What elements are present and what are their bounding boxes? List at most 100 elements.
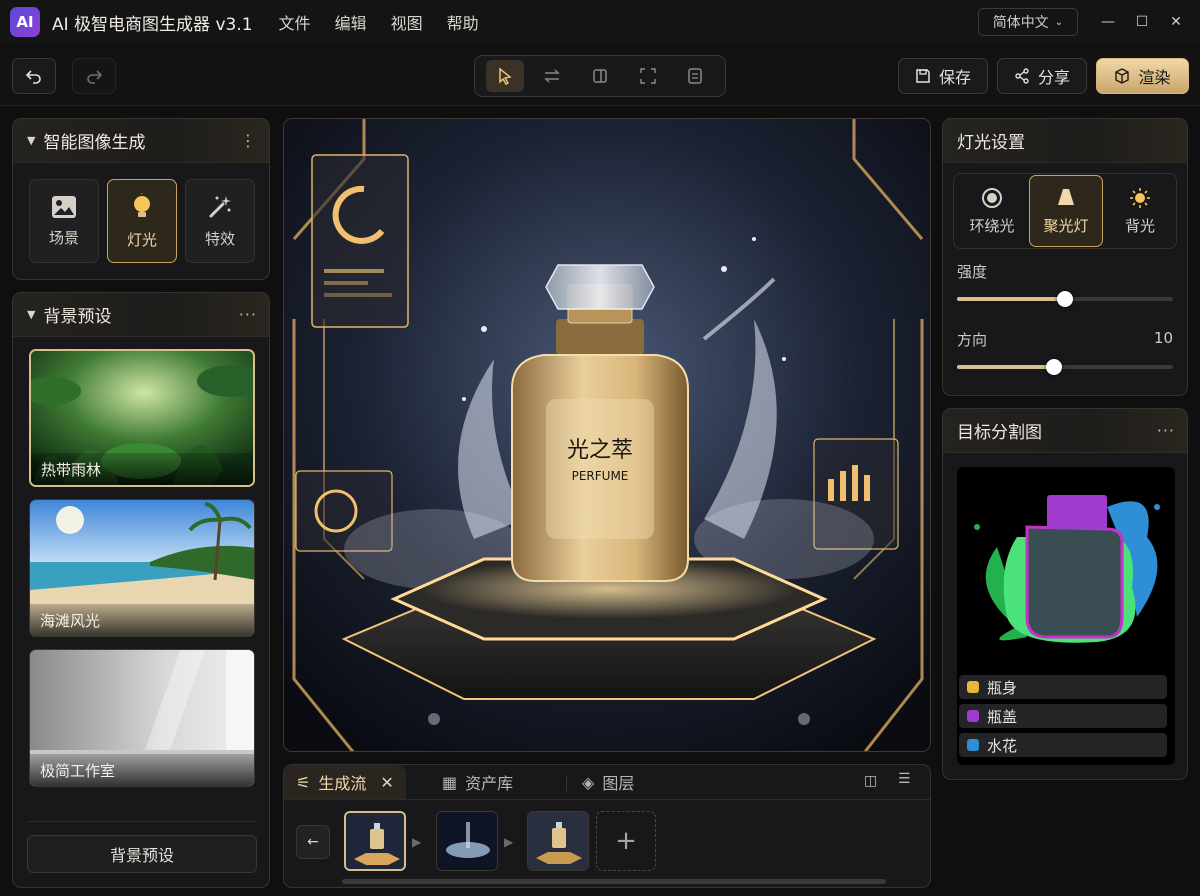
collapse-triangle-icon: ▼	[27, 134, 36, 147]
intensity-handle[interactable]	[1057, 291, 1073, 307]
legend-label: 水花	[987, 736, 1018, 755]
menu-item-file[interactable]: 文件	[279, 10, 311, 34]
lighting-button[interactable]: 灯光	[107, 179, 177, 263]
legend-item-body: 瓶身	[959, 675, 1167, 699]
layers-icon: ◈	[582, 772, 595, 792]
intensity-label: 强度	[957, 263, 988, 281]
tab-divider	[566, 775, 567, 791]
smart-gen-header[interactable]: ▼ 智能图像生成 ⋮	[13, 119, 269, 163]
bottle-subtitle: PERFUME	[572, 469, 629, 483]
redo-button[interactable]	[72, 58, 116, 94]
bg-presets-button[interactable]: 背景预设	[27, 835, 257, 873]
crop-icon	[639, 68, 656, 84]
scene-button[interactable]: 场景	[29, 179, 99, 263]
backlight-label: 背光	[1124, 216, 1155, 235]
legend-swatch	[967, 681, 979, 693]
title-bar: AI AI 极智电商图生成器 v3.1 文件 编辑 视图 帮助 简体中文 ⌄ —…	[0, 0, 1200, 44]
more-horizontal-icon[interactable]: ···	[239, 305, 257, 324]
select-tool-button[interactable]	[485, 60, 524, 92]
legend-item-cap: 瓶盖	[959, 704, 1167, 728]
close-icon: ✕	[1170, 14, 1182, 30]
direction-fill	[957, 365, 1055, 369]
render-label: 渲染	[1138, 68, 1171, 87]
lighting-header: 灯光设置	[943, 119, 1187, 163]
bulb-icon	[134, 192, 150, 217]
close-button[interactable]: ✕	[1166, 12, 1186, 32]
share-label: 分享	[1037, 68, 1070, 87]
magic-wand-icon	[209, 195, 231, 217]
horizontal-scrollbar[interactable]	[342, 879, 886, 884]
bg-presets-title: 背景预设	[43, 307, 112, 327]
bg-card-rainforest[interactable]: 热带雨林	[29, 349, 255, 487]
list-icon[interactable]: ☰	[898, 771, 911, 787]
tab-layers[interactable]: ◈ 图层	[582, 765, 634, 799]
effects-label: 特效	[204, 229, 235, 248]
bg-card-label: 海滩风光	[30, 604, 254, 636]
tab-flow[interactable]: ⚟ 生成流 ✕	[284, 765, 406, 799]
add-step-button[interactable]: +	[596, 811, 656, 871]
spotlight-icon	[1058, 188, 1074, 205]
bottle-label: 光之萃	[567, 438, 633, 463]
bg-presets-header[interactable]: ▼ 背景预设 ···	[13, 293, 269, 337]
flow-thumb-1[interactable]	[344, 811, 406, 871]
legend-item-splash: 水花	[959, 733, 1167, 757]
segmentation-title: 目标分割图	[957, 423, 1042, 443]
lighting-label: 灯光	[126, 230, 157, 249]
menu-item-edit[interactable]: 编辑	[335, 10, 367, 34]
ambient-light-button[interactable]: 环绕光	[955, 175, 1029, 247]
save-icon	[916, 69, 930, 83]
split-view-icon	[593, 69, 607, 83]
direction-slider[interactable]	[957, 359, 1173, 375]
render-button[interactable]: 渲染	[1096, 58, 1189, 94]
flow-thumb-3[interactable]	[527, 811, 589, 871]
menu-item-view[interactable]: 视图	[391, 10, 423, 34]
lighting-title: 灯光设置	[957, 133, 1025, 153]
share-button[interactable]: 分享	[997, 58, 1087, 94]
divider	[284, 799, 930, 800]
app-title: AI 极智电商图生成器 v3.1	[52, 14, 253, 35]
app-logo: AI	[10, 7, 40, 37]
save-button[interactable]: 保存	[898, 58, 988, 94]
crop-tool-button[interactable]	[629, 60, 667, 92]
document-tool-button[interactable]	[676, 60, 714, 92]
tab-assets[interactable]: ▦ 资产库	[442, 765, 513, 799]
intensity-slider[interactable]	[957, 291, 1173, 307]
plus-icon: +	[615, 826, 637, 856]
menu-item-help[interactable]: 帮助	[447, 10, 479, 34]
flow-thumb-image	[528, 812, 588, 870]
minimize-button[interactable]: —	[1098, 12, 1118, 32]
maximize-button[interactable]: ☐	[1132, 12, 1152, 32]
effects-button[interactable]: 特效	[185, 179, 255, 263]
arrow-left-icon: ←	[307, 834, 319, 850]
legend-label: 瓶盖	[987, 707, 1018, 726]
bg-presets-panel: ▼ 背景预设 ··· 热带雨林 海滩风光 极简工作室 背景预设	[12, 292, 270, 888]
divider	[27, 821, 257, 822]
language-label: 简体中文	[992, 15, 1049, 31]
segmentation-header: 目标分割图 ···	[943, 409, 1187, 453]
canvas[interactable]: 光之萃 PERFUME	[283, 118, 931, 752]
swap-icon	[544, 69, 561, 83]
image-icon	[52, 195, 76, 218]
bg-card-studio[interactable]: 极简工作室	[29, 649, 255, 787]
main-toolbar: 保存 分享 渲染	[0, 44, 1200, 106]
product-render-image: 光之萃 PERFUME	[284, 119, 930, 751]
scene-label: 场景	[48, 228, 79, 247]
close-tab-icon[interactable]: ✕	[380, 773, 393, 792]
backlight-button[interactable]: 背光	[1103, 175, 1177, 247]
tab-assets-label: 资产库	[465, 774, 514, 793]
language-select[interactable]: 简体中文 ⌄	[978, 8, 1078, 36]
more-horizontal-icon[interactable]: ···	[1157, 421, 1175, 440]
direction-handle[interactable]	[1046, 359, 1063, 375]
bg-card-beach[interactable]: 海滩风光	[29, 499, 255, 637]
flow-icon: ⚟	[296, 772, 311, 792]
back-button[interactable]: ←	[296, 825, 330, 859]
split-view-button[interactable]	[581, 60, 619, 92]
more-vertical-icon[interactable]: ⋮	[240, 131, 257, 150]
undo-button[interactable]	[12, 58, 56, 94]
spotlight-button[interactable]: 聚光灯	[1029, 175, 1103, 247]
flow-thumb-2[interactable]	[436, 811, 498, 871]
split-panel-icon[interactable]: ◫	[864, 773, 877, 789]
bg-card-label: 热带雨林	[31, 453, 253, 485]
swap-tool-button[interactable]	[533, 60, 571, 92]
flow-thumb-image	[437, 812, 497, 870]
